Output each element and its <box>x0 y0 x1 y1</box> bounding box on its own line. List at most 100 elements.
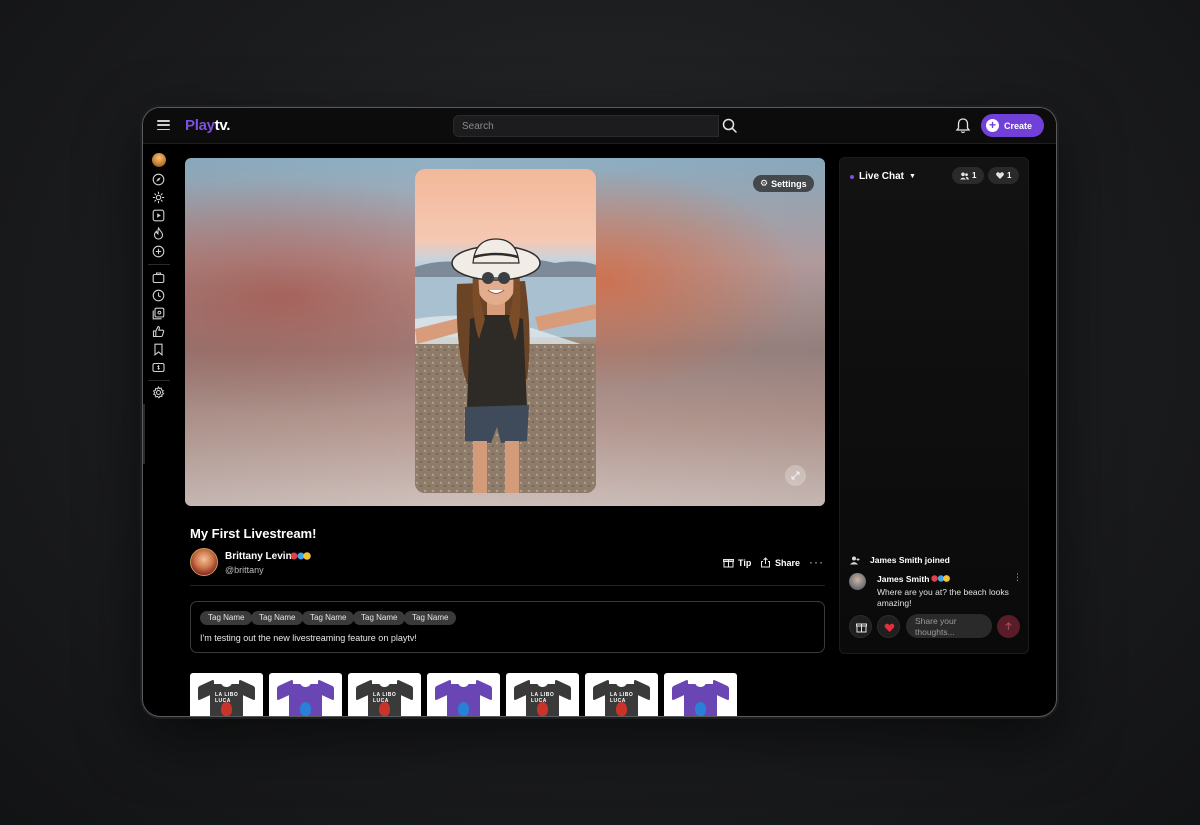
menu-icon[interactable] <box>157 120 170 131</box>
product-print-text: LA LIBO LUCA <box>373 692 397 704</box>
create-button[interactable]: + Create <box>981 114 1044 137</box>
sidebar <box>143 144 173 716</box>
flame-icon[interactable] <box>152 227 165 240</box>
tshirt-icon <box>672 678 729 716</box>
tag[interactable]: Tag Name <box>200 611 253 625</box>
player-settings-button[interactable]: ⚙ Settings <box>753 175 814 192</box>
video-player[interactable]: ⚙ Settings <box>185 158 825 506</box>
streamer-photo <box>415 238 596 493</box>
tshirt-icon: LA LIBO LUCA <box>593 678 650 716</box>
tip-button[interactable]: Tip <box>723 557 751 568</box>
tshirt-icon: LA LIBO LUCA <box>198 678 255 716</box>
search-icon[interactable] <box>721 117 739 135</box>
chat-avatar[interactable] <box>849 573 866 590</box>
player-settings-label: Settings <box>771 178 807 189</box>
share-icon <box>761 557 770 568</box>
chat-message-input[interactable]: Share your thoughts... <box>906 614 992 638</box>
share-button[interactable]: Share <box>760 557 800 568</box>
chat-message-author[interactable]: James Smith <box>877 574 929 584</box>
tag[interactable]: Tag Name <box>404 611 457 625</box>
logo-part-2: tv <box>214 117 227 134</box>
streamer-avatar[interactable] <box>190 548 218 576</box>
sidebar-avatar[interactable] <box>152 153 166 167</box>
tshirt-icon <box>435 678 492 716</box>
product-card[interactable]: LA LIBO LUCA <box>190 673 263 716</box>
stream-title: My First Livestream! <box>190 526 317 541</box>
money-icon[interactable] <box>152 361 165 374</box>
description-text: I'm testing out the new livestreaming fe… <box>200 633 417 643</box>
live-chat-dropdown[interactable]: Live Chat ▼ <box>850 171 916 182</box>
gear-icon: ⚙ <box>760 178 769 188</box>
gift-icon <box>856 623 867 633</box>
product-card[interactable] <box>664 673 737 716</box>
play-square-icon[interactable] <box>152 209 165 222</box>
user-joined-icon <box>850 556 860 564</box>
gear-icon[interactable] <box>152 386 165 399</box>
plus-icon: + <box>986 119 999 132</box>
history-icon[interactable] <box>152 289 165 302</box>
chevron-down-icon: ▼ <box>909 173 916 180</box>
divider <box>190 585 825 586</box>
gift-button[interactable] <box>849 615 872 638</box>
thumbs-up-icon[interactable] <box>152 325 165 338</box>
product-card[interactable]: LA LIBO LUCA <box>348 673 421 716</box>
users-icon <box>960 172 969 179</box>
app-window: Playtv. Search + Create ⚙ Settings My Fi… <box>142 107 1057 717</box>
tshirt-icon: LA LIBO LUCA <box>356 678 413 716</box>
product-print-text: LA LIBO LUCA <box>531 692 555 704</box>
more-options-button[interactable]: ··· <box>809 555 824 569</box>
expand-icon <box>791 471 800 480</box>
share-label: Share <box>775 557 801 568</box>
product-card[interactable] <box>269 673 342 716</box>
bookmark-icon[interactable] <box>152 343 165 356</box>
logo[interactable]: Playtv. <box>185 117 230 134</box>
likes-count: 1 <box>1007 171 1012 180</box>
chat-message-text: Where are you at? the beach looks amazin… <box>877 587 1009 608</box>
heart-icon <box>996 172 1004 179</box>
tag[interactable]: Tag Name <box>251 611 304 625</box>
create-label: Create <box>1004 120 1033 131</box>
tag[interactable]: Tag Name <box>302 611 355 625</box>
sidebar-divider <box>148 380 170 381</box>
plus-circle-icon[interactable] <box>152 245 165 258</box>
likes-count-badge[interactable]: 1 <box>988 167 1020 184</box>
tshirt-icon: LA LIBO LUCA <box>514 678 571 716</box>
system-message-text: James Smith joined <box>870 555 950 565</box>
top-bar: Playtv. Search + Create <box>143 108 1056 144</box>
product-print-text: LA LIBO LUCA <box>215 692 239 704</box>
tshirt-icon <box>277 678 334 716</box>
product-card[interactable] <box>427 673 500 716</box>
viewers-count-badge[interactable]: 1 <box>952 167 985 184</box>
gift-icon <box>723 559 734 568</box>
tag[interactable]: Tag Name <box>353 611 406 625</box>
search-input[interactable]: Search <box>453 115 719 137</box>
sidebar-divider <box>148 264 170 265</box>
video-frame <box>415 169 596 493</box>
playlist-icon[interactable] <box>152 307 165 320</box>
briefcase-icon[interactable] <box>152 271 165 284</box>
streamer-badges-icon <box>290 552 311 560</box>
streamer-handle: @brittany <box>225 565 264 575</box>
heart-reaction-button[interactable] <box>877 615 900 638</box>
product-print-text: LA LIBO LUCA <box>610 692 634 704</box>
sparkle-icon[interactable] <box>152 191 165 204</box>
live-chat-title: Live Chat <box>859 171 905 182</box>
message-more-icon[interactable]: ⋮ <box>1013 572 1022 583</box>
product-card[interactable]: LA LIBO LUCA <box>506 673 579 716</box>
compass-icon[interactable] <box>152 173 165 186</box>
expand-button[interactable] <box>785 465 806 486</box>
send-button[interactable] <box>997 615 1020 638</box>
sidebar-scrollbar[interactable] <box>143 404 145 464</box>
chat-badges-icon <box>931 575 950 582</box>
tip-label: Tip <box>738 557 752 568</box>
streamer-name[interactable]: Brittany Levin <box>225 551 292 562</box>
system-message: James Smith joined <box>850 555 950 565</box>
live-chat-panel: Live Chat ▼ 1 1 James Smith joined James… <box>839 157 1029 654</box>
product-card[interactable]: LA LIBO LUCA <box>585 673 658 716</box>
heart-icon <box>884 623 895 632</box>
viewers-count: 1 <box>972 171 977 180</box>
stream-description: Tag Name Tag Name Tag Name Tag Name Tag … <box>190 601 825 653</box>
logo-part-1: Play <box>185 117 215 134</box>
bell-icon[interactable] <box>955 117 971 135</box>
arrow-up-icon <box>1005 621 1012 630</box>
